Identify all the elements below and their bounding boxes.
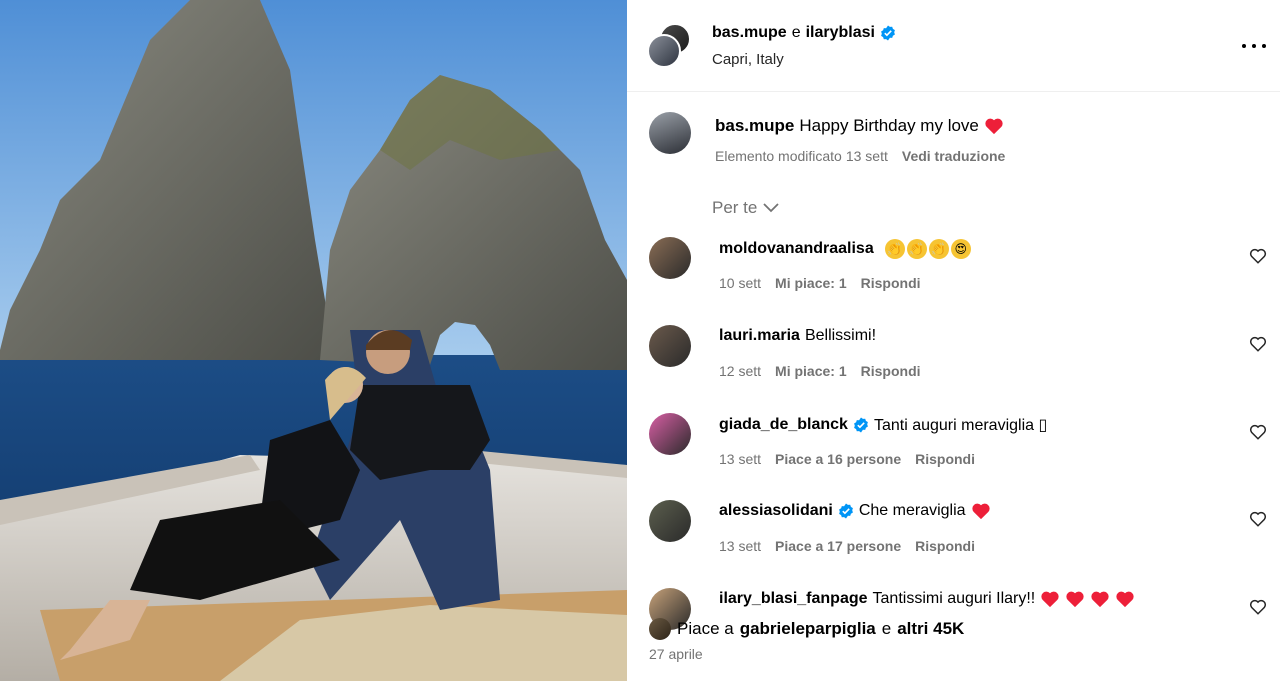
- authors-separator: e: [791, 24, 801, 41]
- comment-text: Che meraviglia: [858, 502, 966, 519]
- comment-username[interactable]: giada_de_blanck: [719, 416, 848, 434]
- filter-label: Per te: [712, 198, 758, 217]
- verified-badge-icon: [838, 503, 853, 519]
- avatar[interactable]: [649, 413, 691, 455]
- comment-username[interactable]: alessiasolidani: [719, 502, 833, 520]
- post-authors: bas.mupe e ilaryblasi: [712, 24, 896, 42]
- like-comment-heart-icon[interactable]: [1249, 423, 1267, 441]
- post-header: bas.mupe e ilaryblasi Capri, Italy: [627, 0, 1280, 92]
- reply-button[interactable]: Rispondi: [915, 451, 975, 467]
- more-options-icon[interactable]: [1242, 34, 1266, 58]
- like-comment-heart-icon[interactable]: [1249, 510, 1267, 528]
- avatar[interactable]: [649, 618, 671, 640]
- comment-row: giada_de_blanck Tanti auguri meraviglia ▯…: [649, 413, 1269, 483]
- post-location[interactable]: Capri, Italy: [712, 51, 784, 68]
- comment-filter-dropdown[interactable]: Per te: [712, 198, 779, 218]
- comment-text: Tanti auguri meraviglia ▯: [873, 417, 1048, 434]
- avatar[interactable]: [647, 34, 681, 68]
- avatar[interactable]: [649, 237, 691, 279]
- comment-likes-link[interactable]: Piace a 17 persone: [775, 538, 901, 554]
- clap-emoji-icon: 👏: [928, 239, 949, 259]
- chevron-down-icon: [763, 203, 779, 213]
- reply-button[interactable]: Rispondi: [915, 538, 975, 554]
- red-heart-emoji-icon: [1041, 591, 1059, 608]
- like-comment-heart-icon[interactable]: [1249, 598, 1267, 616]
- comment-row: alessiasolidani Che meraviglia 13 sett Piac…: [649, 500, 1269, 570]
- comment-likes-link[interactable]: Mi piace: 1: [775, 363, 847, 379]
- verified-badge-icon: [881, 25, 895, 41]
- author-link[interactable]: bas.mupe: [712, 24, 787, 42]
- comment-time: 13 sett: [719, 451, 762, 467]
- comment-username[interactable]: lauri.maria: [719, 327, 800, 345]
- caption-time: 13 sett: [845, 148, 888, 164]
- comment-username[interactable]: ilary_blasi_fanpage: [719, 590, 868, 608]
- caption-text: Happy Birthday my love: [799, 116, 979, 135]
- clap-emoji-icon: 👏: [884, 239, 905, 259]
- likes-mid: e: [881, 619, 892, 638]
- comment-likes-link[interactable]: Mi piace: 1: [775, 275, 847, 291]
- avatar[interactable]: [649, 325, 691, 367]
- like-comment-heart-icon[interactable]: [1249, 335, 1267, 353]
- comment-text: Tantissimi auguri Ilary!!: [872, 590, 1036, 607]
- likes-prefix: Piace a: [677, 619, 734, 638]
- heart-eyes-emoji-icon: 😍: [950, 239, 971, 259]
- liker-username[interactable]: gabrieleparpiglia: [740, 619, 876, 639]
- comment-text: Bellissimi!: [804, 327, 877, 344]
- comment-time: 13 sett: [719, 538, 762, 554]
- red-heart-emoji-icon: [1116, 591, 1134, 608]
- comment-row: moldovanandraalisa 👏 👏 👏 😍 10 sett Mi piace: 1…: [649, 237, 1269, 307]
- red-heart-emoji-icon: [1091, 591, 1109, 608]
- post-date: 27 aprile: [649, 646, 703, 662]
- red-heart-emoji-icon: [971, 503, 990, 520]
- comment-likes-link[interactable]: Piace a 16 persone: [775, 451, 901, 467]
- avatar[interactable]: [649, 500, 691, 542]
- author-link[interactable]: ilaryblasi: [806, 24, 875, 42]
- see-translation-link[interactable]: Vedi traduzione: [902, 148, 1005, 164]
- reply-button[interactable]: Rispondi: [861, 363, 921, 379]
- red-heart-emoji-icon: [985, 118, 1003, 135]
- post-caption: bas.mupe Happy Birthday my love Elemento…: [649, 112, 1259, 172]
- likes-count[interactable]: altri 45K: [897, 619, 964, 639]
- like-comment-heart-icon[interactable]: [1249, 247, 1267, 265]
- comment-row: lauri.maria Bellissimi! 12 sett Mi piace: 1…: [649, 325, 1269, 395]
- caption-username[interactable]: bas.mupe: [715, 116, 794, 136]
- comment-time: 12 sett: [719, 363, 762, 379]
- likes-summary[interactable]: Piace a gabrieleparpiglia e altri 45K: [649, 618, 964, 640]
- reply-button[interactable]: Rispondi: [861, 275, 921, 291]
- comment-time: 10 sett: [719, 275, 762, 291]
- verified-badge-icon: [854, 417, 868, 433]
- edited-label: Elemento modificato: [715, 148, 842, 164]
- post-details-panel: bas.mupe e ilaryblasi Capri, Italy bas.m…: [627, 0, 1280, 681]
- comment-username[interactable]: moldovanandraalisa: [719, 240, 874, 258]
- clap-emoji-icon: 👏: [906, 239, 927, 259]
- post-photo[interactable]: [0, 0, 627, 681]
- avatar[interactable]: [649, 112, 691, 154]
- red-heart-emoji-icon: [1066, 591, 1084, 608]
